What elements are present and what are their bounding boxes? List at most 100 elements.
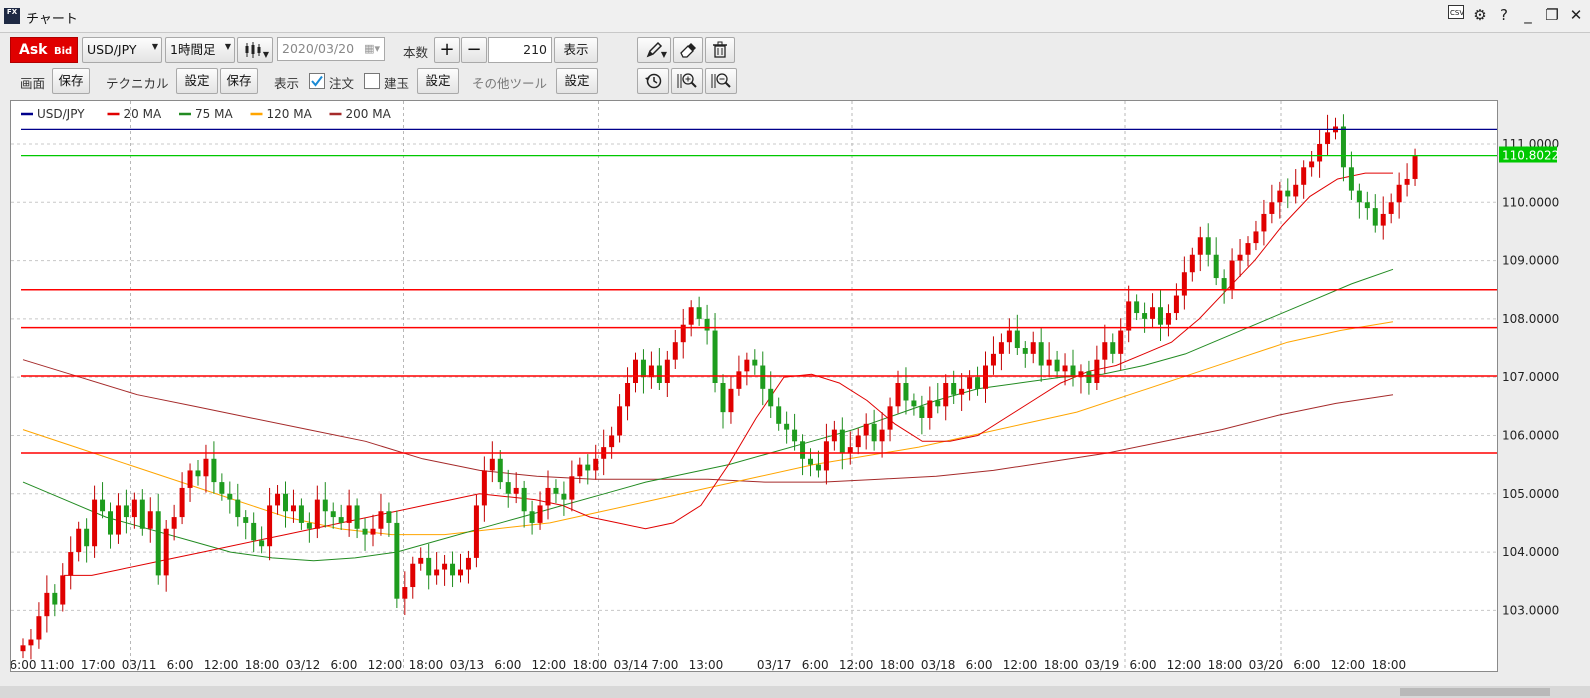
count-input[interactable]: 210	[488, 37, 552, 63]
scrollbar-thumb[interactable]	[1400, 688, 1550, 696]
candle	[609, 426, 615, 459]
timeframe-dropdown[interactable]: 1時間足 ▼	[165, 37, 235, 63]
date-input[interactable]: 2020/03/20 ▦▾	[277, 37, 385, 61]
x-tick-label: 18:00	[573, 658, 608, 671]
help-icon[interactable]: ?	[1494, 5, 1514, 25]
csv-icon[interactable]: CSV	[1446, 5, 1466, 25]
technical-save-button[interactable]: 保存	[220, 68, 258, 94]
candle-body	[569, 476, 575, 500]
candle	[919, 395, 925, 435]
candle	[100, 482, 106, 519]
candle-body	[617, 406, 623, 436]
candle-body	[346, 505, 352, 523]
restore-icon[interactable]: ❐	[1542, 5, 1562, 25]
candle	[561, 481, 567, 516]
candle	[505, 469, 511, 508]
candle-body	[290, 505, 296, 512]
candle	[394, 510, 400, 609]
candle-body	[688, 307, 694, 325]
technical-settings-button[interactable]: 設定	[176, 68, 218, 94]
candle	[855, 428, 861, 455]
candle-body	[442, 563, 448, 570]
candle-body	[473, 505, 479, 558]
order-checkbox[interactable]	[309, 73, 325, 89]
x-tick-label: 12:00	[1331, 658, 1366, 671]
candle	[744, 352, 750, 386]
x-tick-label: 12:00	[368, 658, 403, 671]
candle	[672, 329, 678, 370]
delete-all-button[interactable]	[705, 37, 735, 63]
candle	[187, 463, 193, 502]
history-icon	[645, 73, 662, 89]
candle-body	[36, 616, 42, 640]
candle-body	[808, 458, 813, 465]
calendar-icon[interactable]: ▦▾	[364, 38, 380, 60]
candle	[1380, 196, 1386, 240]
price-chart[interactable]: USD/JPY 20 MA 75 MA 120 MA 200 MA 6:00 11:00 17…	[11, 101, 1497, 671]
candle	[1245, 236, 1251, 267]
chart-panel[interactable]: USD/JPY 20 MA 75 MA 120 MA 200 MA 6:00 11:00 17…	[10, 100, 1498, 672]
candle	[434, 552, 440, 585]
candle	[1261, 199, 1267, 246]
position-label: 建玉	[384, 76, 410, 91]
candle	[847, 431, 853, 465]
position-checkbox[interactable]	[364, 73, 380, 89]
candle-body	[378, 511, 384, 529]
candle	[1038, 328, 1044, 382]
candle-body	[76, 528, 82, 553]
candle-body	[863, 423, 869, 436]
candle-body	[497, 458, 503, 483]
legend-item: 75 MA	[195, 107, 233, 121]
candle-body	[776, 406, 782, 424]
gear-icon[interactable]: ⚙	[1470, 5, 1490, 25]
horizontal-scrollbar[interactable]	[0, 686, 1590, 698]
screen-save-button[interactable]: 保存	[52, 68, 90, 94]
candle-body	[1277, 190, 1283, 203]
candle-body	[505, 482, 511, 494]
candle-body	[52, 592, 58, 605]
candle-body	[903, 383, 909, 401]
candle-body	[1022, 348, 1028, 354]
show-button[interactable]: 表示	[554, 37, 598, 63]
candle-body	[1356, 190, 1362, 203]
candle-body	[1197, 237, 1203, 255]
other-tools-settings-button[interactable]: 設定	[556, 68, 598, 94]
close-icon[interactable]: ✕	[1566, 5, 1586, 25]
candle-body	[1038, 342, 1044, 366]
minimize-icon[interactable]: _	[1518, 5, 1538, 25]
count-increase-button[interactable]: +	[434, 37, 460, 63]
zoom-out-button[interactable]	[705, 68, 737, 94]
x-tick-label: 7:00	[651, 658, 678, 671]
candle	[625, 367, 631, 421]
candle-body	[362, 528, 368, 535]
candle-body	[1062, 365, 1068, 372]
eraser-button[interactable]	[673, 37, 703, 63]
display-settings-button[interactable]: 設定	[417, 68, 459, 94]
candle	[44, 575, 50, 633]
candle-body	[322, 499, 328, 512]
pen-tool-button[interactable]: ▼	[637, 37, 671, 63]
chart-type-dropdown[interactable]: ▼	[237, 37, 273, 63]
candle	[1269, 184, 1275, 224]
zoom-in-button[interactable]	[671, 68, 703, 94]
count-decrease-button[interactable]: −	[461, 37, 487, 63]
candle	[1022, 341, 1028, 368]
candle	[1070, 349, 1076, 387]
ask-bid-toggle[interactable]: Ask Bid	[10, 37, 78, 63]
candle	[712, 313, 718, 393]
candle-body	[1396, 184, 1402, 203]
candle	[123, 489, 129, 534]
y-tick-label: 110.0000	[1502, 195, 1559, 209]
candle	[648, 351, 654, 389]
symbol-dropdown[interactable]: USD/JPY ▼	[82, 37, 162, 63]
candle-body	[235, 499, 241, 518]
candle	[1102, 324, 1108, 374]
candle	[115, 493, 121, 544]
ask-label: Ask	[19, 42, 48, 58]
candle	[20, 638, 26, 659]
x-tick-label: 18:00	[245, 658, 280, 671]
ma120-line	[22, 321, 1394, 536]
candle-body	[1404, 178, 1410, 185]
candle	[1348, 151, 1354, 200]
history-button[interactable]	[637, 68, 669, 94]
